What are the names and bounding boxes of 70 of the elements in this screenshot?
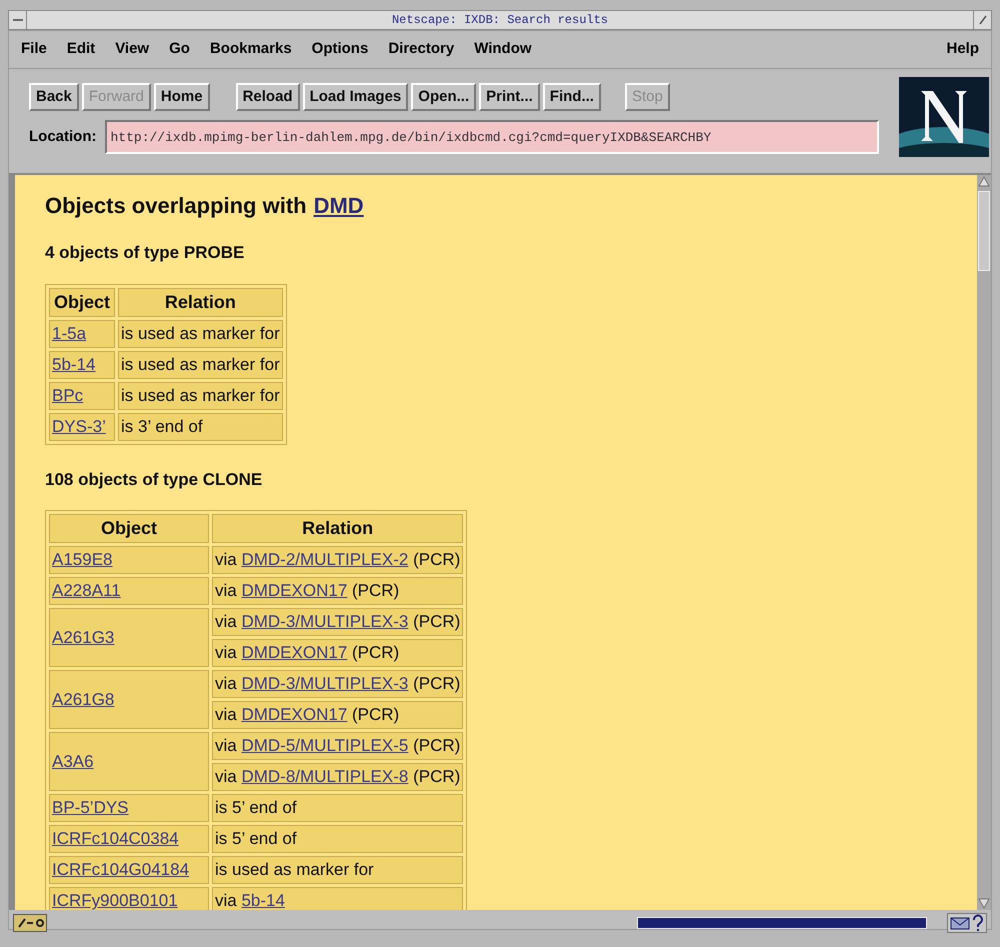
menu-item[interactable]: View (115, 38, 150, 61)
table-cell: via DMD-8/MULTIPLEX-8 (PCR) (212, 763, 464, 791)
object-link[interactable]: BPc (52, 386, 84, 405)
toolbar-button[interactable]: Reload (236, 83, 300, 111)
table-cell: is used as marker for (118, 382, 283, 410)
scroll-down-icon[interactable] (978, 898, 990, 910)
table-cell: via DMD-5/MULTIPLEX-5 (PCR) (212, 732, 464, 760)
column-header: Relation (212, 514, 464, 543)
table-cell: via DMD-3/MULTIPLEX-3 (PCR) (212, 670, 464, 698)
scrollbar[interactable] (977, 175, 991, 910)
relation-link[interactable]: DMDEXON17 (241, 643, 348, 662)
relation-link[interactable]: DMD-8/MULTIPLEX-8 (241, 767, 408, 786)
toolbar-button[interactable]: Open... (411, 83, 476, 111)
table-cell: is 5’ end of (212, 794, 464, 822)
object-link[interactable]: A261G3 (52, 628, 114, 647)
table-cell: via DMDEXON17 (PCR) (212, 701, 464, 729)
relation-link[interactable]: DMD-3/MULTIPLEX-3 (241, 612, 408, 632)
section-title: 4 objects of type PROBE (45, 242, 246, 264)
menu-item[interactable]: Directory (388, 38, 454, 61)
table-cell: via DMD-3/MULTIPLEX-3 (PCR) (212, 608, 464, 636)
menu-item[interactable]: Go (169, 38, 190, 61)
window-title: Netscape: IXDB: Search results (390, 12, 610, 29)
table-cell: via DMDEXON17 (PCR) (212, 639, 464, 667)
table-cell: is 3’ end of (118, 412, 283, 440)
table-cell: is used as marker for (118, 350, 283, 378)
column-header: Object (49, 514, 209, 543)
relation-link[interactable]: 5b-14 (241, 891, 285, 910)
scroll-up-icon[interactable] (978, 175, 990, 187)
page-heading: Objects overlapping with (45, 192, 307, 220)
mail-icon[interactable] (947, 913, 987, 933)
menu-item[interactable]: Window (474, 38, 532, 61)
relation-link[interactable]: DMD-3/MULTIPLEX-3 (241, 674, 408, 694)
relation-link[interactable]: DMDEXON17 (241, 581, 348, 600)
table-cell: via 5b-14 (212, 887, 464, 910)
location-label: Location: (29, 126, 96, 147)
object-link[interactable]: A159E8 (52, 550, 112, 570)
object-link[interactable]: 1-5a (52, 324, 86, 343)
menu-item[interactable]: Edit (66, 38, 96, 61)
object-link[interactable]: ICRFc104C0384 (52, 829, 179, 848)
object-link[interactable]: A3A6 (52, 752, 94, 771)
toolbar-button[interactable]: Load Images (302, 83, 408, 111)
object-link[interactable]: DYS-3’ (52, 416, 106, 436)
menu-item[interactable]: Options (312, 38, 368, 61)
table-cell: via DMD-2/MULTIPLEX-2 (PCR) (212, 546, 464, 574)
table-cell: via DMDEXON17 (PCR) (212, 577, 464, 605)
toolbar-button[interactable]: Print... (479, 83, 540, 111)
toolbar-button[interactable]: Home (154, 83, 210, 111)
menu-item[interactable]: Help (946, 38, 979, 61)
object-link[interactable]: ICRFy900B0101 (52, 891, 178, 910)
toolbar-button[interactable]: Find... (542, 83, 601, 111)
toolbar-button[interactable]: Back (29, 83, 79, 111)
relation-link[interactable]: DMD-5/MULTIPLEX-5 (241, 736, 408, 756)
table-cell: is used as marker for (118, 320, 283, 348)
menu-item[interactable]: File (21, 38, 47, 61)
object-link[interactable]: BP-5’DYS (52, 798, 129, 818)
table-cell: is 5’ end of (212, 825, 464, 853)
column-header: Object (49, 288, 116, 316)
object-link[interactable]: A228A11 (52, 581, 121, 600)
menu-item[interactable]: Bookmarks (210, 38, 292, 61)
relation-link[interactable]: DMD-2/MULTIPLEX-2 (241, 550, 408, 570)
object-link[interactable]: ICRFc104G04184 (52, 860, 190, 880)
heading-link[interactable]: DMD (314, 189, 364, 222)
object-link[interactable]: 5b-14 (52, 354, 96, 374)
table-cell: is used as marker for (212, 856, 464, 884)
section-title: 108 objects of type CLONE (45, 468, 264, 490)
location-field[interactable]: http://ixdb.mpimg-berlin-dahlem.mpg.de/bin/ixdbcmd.cgi?cmd=queryIXDB&SEARCHBY (104, 120, 879, 154)
column-header: Relation (118, 288, 283, 316)
scroll-thumb[interactable] (978, 191, 990, 271)
relation-link[interactable]: DMDEXON17 (241, 705, 348, 724)
object-link[interactable]: A261G8 (52, 690, 114, 709)
